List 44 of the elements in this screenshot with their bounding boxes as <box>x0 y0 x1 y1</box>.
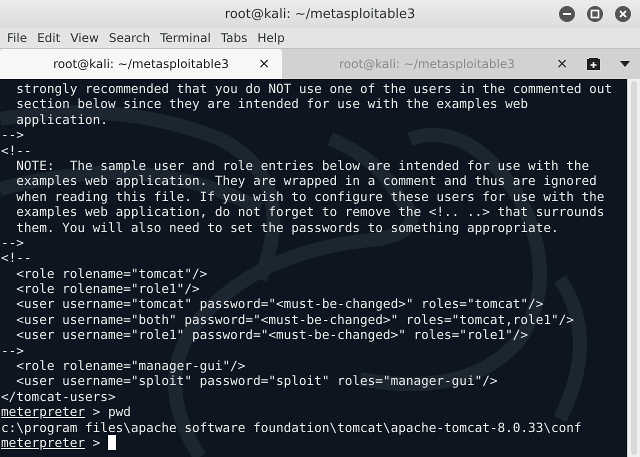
close-icon[interactable] <box>614 5 632 23</box>
tab-close-button[interactable]: × <box>258 56 270 72</box>
maximize-icon[interactable] <box>586 5 604 23</box>
terminal-line: --> <box>1 127 25 143</box>
terminal-line: c:\program files\apache software foundation\tomcat\apache-tomcat-8.0.33\conf <box>1 420 583 435</box>
caret-icon[interactable] <box>620 61 630 67</box>
command-text: > pwd <box>92 404 131 420</box>
terminal-line: </tomcat-users> <box>1 388 117 404</box>
menu-item[interactable]: File <box>2 31 32 45</box>
menu-item[interactable]: Edit <box>32 31 66 45</box>
terminal-line: <role rolename="role1"/> <box>15 281 200 296</box>
terminal-line: <role rolename="manager-gui"/> <box>15 358 246 374</box>
terminal-line: <user username="role1" password="<must-be-changed>" roles="role1"/> <box>15 327 530 343</box>
terminal-line: <user username="both" password="<must-be-changed>" roles="tomcat,role1"/> <box>15 312 575 328</box>
window-title: root@kali: ~/metasploitable3 <box>224 6 416 22</box>
terminal-line: <user username="sploit" password="sploit" roles="manager-gui"/> <box>15 373 499 389</box>
terminal-line: them. You will also need to set the passwords to something appropriate. <box>15 220 560 235</box>
terminal-tab[interactable]: root@kali: ~/metasploitable3 × <box>0 49 282 79</box>
terminal-line: <user username="tomcat" password="<must-be-changed>" roles="tomcat"/> <box>15 296 544 312</box>
menu-item[interactable]: Search <box>104 31 156 45</box>
menu-item[interactable]: View <box>65 31 104 45</box>
terminal-line: <role rolename="tomcat"/> <box>15 266 208 282</box>
terminal-line: NOTE: The sample user and role entries below are intended for use with the <box>15 158 590 174</box>
prompt-label: meterpreter <box>1 404 86 420</box>
terminal-line: strongly recommended that you do NOT use one of the users in the commented out <box>15 81 614 96</box>
minimize-icon[interactable] <box>558 5 576 23</box>
terminal-line: examples web application. They are wrapped in a comment and thus are ignored <box>15 173 598 189</box>
terminal-line: when reading this file. If you wish to configure these users for use with the <box>15 188 606 204</box>
prompt-label: meterpreter <box>1 434 86 450</box>
menu-item[interactable]: Help <box>252 31 290 45</box>
terminal-line: application. <box>15 112 109 128</box>
terminal-line: <!-- <box>1 250 33 266</box>
scrollbar-thumb[interactable] <box>631 81 637 455</box>
terminal-line: examples web application, do not forget to remove the <!.. ..> that surrounds <box>15 204 606 220</box>
terminal-line: section below since they are intended for use with the examples web <box>15 96 530 112</box>
terminal-line: --> <box>1 342 25 358</box>
new-tab-icon[interactable] <box>587 58 600 70</box>
scrollbar[interactable] <box>627 79 640 457</box>
menu-item[interactable]: Tabs <box>216 31 252 45</box>
menu-item[interactable]: Terminal <box>155 31 216 45</box>
command-text: > <box>92 434 100 450</box>
tab-close-button[interactable]: × <box>556 56 568 72</box>
terminal-line: --> <box>1 234 25 250</box>
terminal-line: <!-- <box>1 142 33 158</box>
